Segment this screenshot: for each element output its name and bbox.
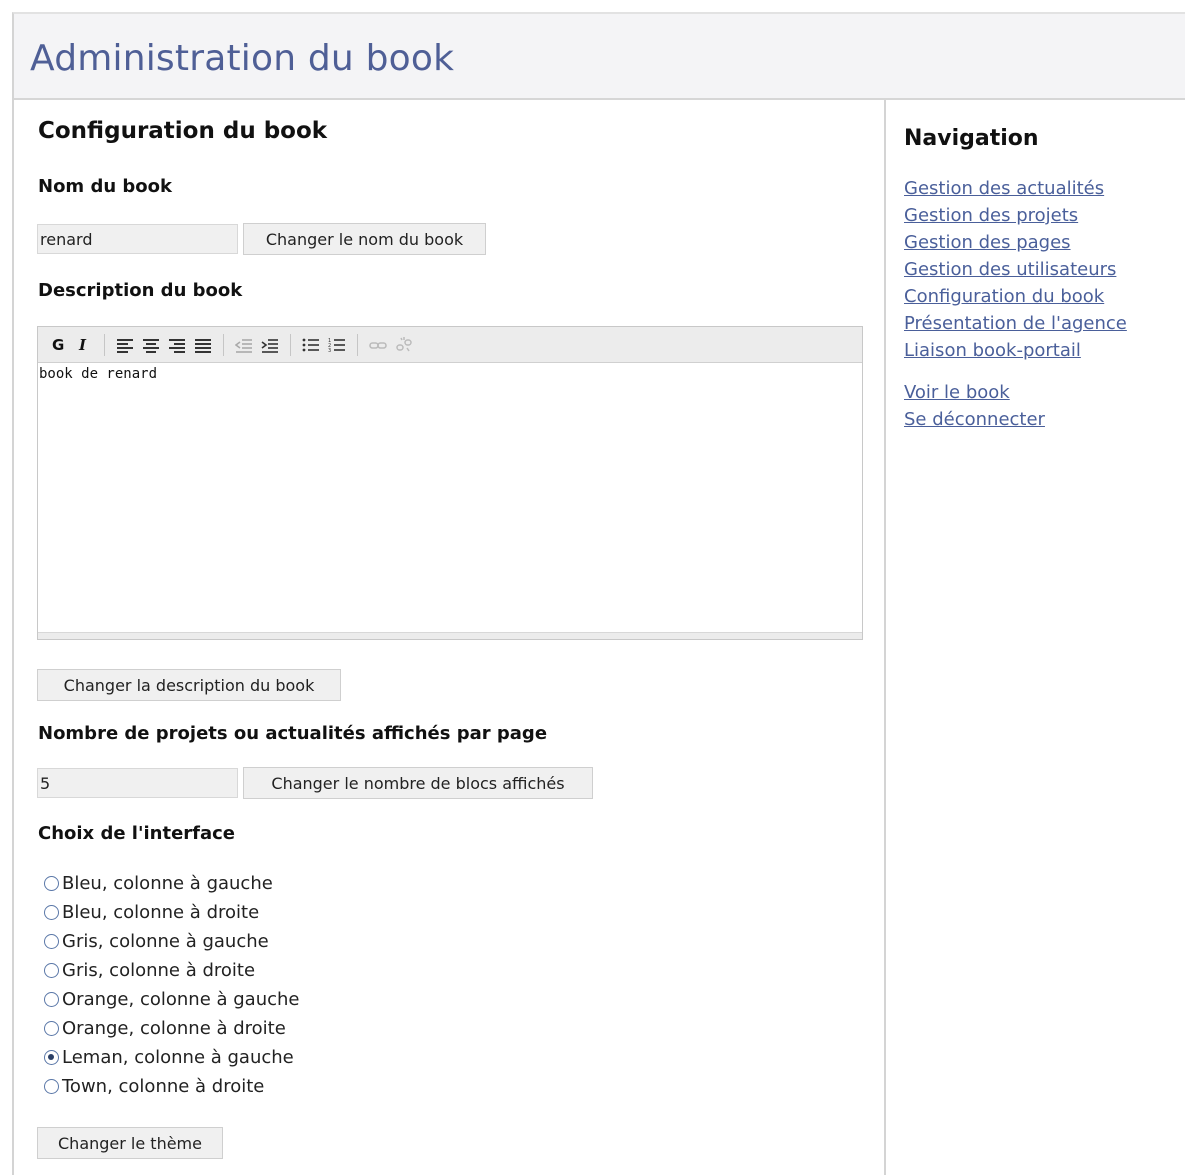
nav-link-liaison[interactable]: Liaison book-portail [904,340,1081,361]
nav-link-agence[interactable]: Présentation de l'agence [904,313,1127,334]
editor-resize-bar [38,632,862,639]
radio-button[interactable] [44,1079,59,1094]
bullet-list-icon[interactable] [299,333,323,357]
main-content: Configuration du book Nom du book Change… [14,100,885,1175]
toolbar-separator [357,333,358,356]
toolbar-separator [104,333,105,356]
change-count-button[interactable]: Changer le nombre de blocs affichés [243,767,593,799]
view-book-link[interactable]: Voir le book [904,382,1010,403]
count-input[interactable] [37,768,238,798]
toolbar-separator [223,333,224,356]
theme-option[interactable]: Orange, colonne à droite [44,1014,299,1043]
bold-icon[interactable]: G [46,333,70,357]
svg-text:I: I [78,337,87,353]
change-description-button[interactable]: Changer la description du book [37,669,341,701]
svg-text:G: G [52,337,64,353]
link-icon[interactable] [366,333,390,357]
nav-link-pages[interactable]: Gestion des pages [904,232,1071,253]
align-justify-icon[interactable] [191,333,215,357]
align-right-icon[interactable] [165,333,189,357]
book-name-input[interactable] [37,224,238,254]
theme-label: Choix de l'interface [38,823,236,844]
radio-button[interactable] [44,1021,59,1036]
radio-button[interactable] [44,963,59,978]
theme-option[interactable]: Bleu, colonne à gauche [44,869,299,898]
description-editor[interactable]: G I 1 2 3 book de renard [37,326,863,640]
logout-link[interactable]: Se déconnecter [904,409,1045,430]
indent-icon[interactable] [258,333,282,357]
theme-options: Bleu, colonne à gauche Bleu, colonne à d… [44,869,299,1101]
nav-link-projets[interactable]: Gestion des projets [904,205,1078,226]
description-label: Description du book [38,280,243,301]
radio-button[interactable] [44,905,59,920]
svg-text:3: 3 [328,348,331,353]
nav-link-utilisateurs[interactable]: Gestion des utilisateurs [904,259,1116,280]
outdent-icon[interactable] [232,333,256,357]
radio-button[interactable] [44,934,59,949]
unlink-icon[interactable] [392,333,416,357]
page-title: Administration du book [30,38,455,79]
theme-option[interactable]: Town, colonne à droite [44,1072,299,1101]
account-links: Voir le book Se déconnecter [904,380,1045,434]
toolbar-separator [290,333,291,356]
sidebar: Navigation Gestion des actualités Gestio… [886,100,1185,1175]
theme-option[interactable]: Orange, colonne à gauche [44,985,299,1014]
count-label: Nombre de projets ou actualités affichés… [38,723,548,744]
theme-option[interactable]: Bleu, colonne à droite [44,898,299,927]
nav-link-actualites[interactable]: Gestion des actualités [904,178,1104,199]
page-header: Administration du book [14,14,1185,100]
radio-button-selected[interactable] [44,1050,59,1065]
editor-toolbar: G I 1 2 3 [38,327,862,363]
align-center-icon[interactable] [139,333,163,357]
nav-link-configuration[interactable]: Configuration du book [904,286,1104,307]
radio-button[interactable] [44,992,59,1007]
theme-option[interactable]: Leman, colonne à gauche [44,1043,299,1072]
book-name-label: Nom du book [38,176,173,197]
numbered-list-icon[interactable]: 123 [325,333,349,357]
change-name-button[interactable]: Changer le nom du book [243,223,486,255]
align-left-icon[interactable] [113,333,137,357]
navigation-links: Gestion des actualités Gestion des proje… [904,176,1127,365]
editor-content[interactable]: book de renard [38,364,862,633]
radio-button[interactable] [44,876,59,891]
theme-option[interactable]: Gris, colonne à droite [44,956,299,985]
navigation-title: Navigation [904,126,1039,151]
section-title: Configuration du book [38,118,328,144]
change-theme-button[interactable]: Changer le thème [37,1127,223,1159]
theme-option[interactable]: Gris, colonne à gauche [44,927,299,956]
italic-icon[interactable]: I [72,333,96,357]
